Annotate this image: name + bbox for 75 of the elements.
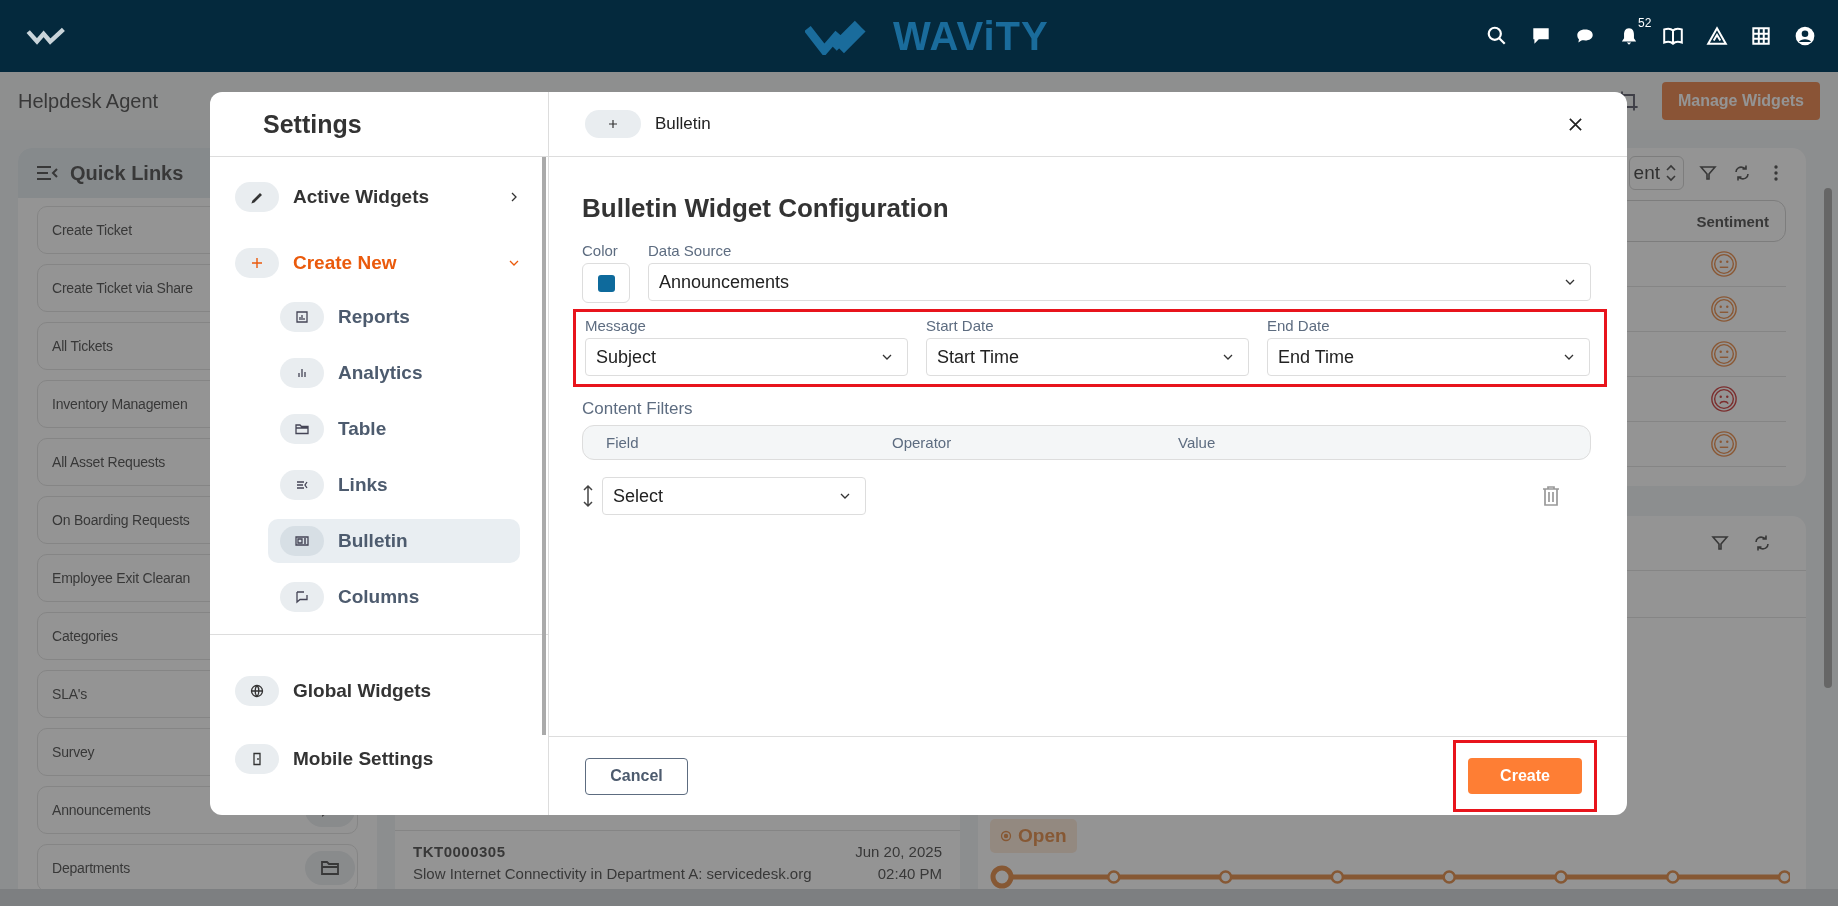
- folder-icon[interactable]: [305, 851, 355, 885]
- quick-link-label: Announcements: [52, 802, 151, 818]
- globe-icon: [235, 676, 279, 706]
- neutral-face-icon: [1710, 340, 1738, 368]
- collapse-menu-icon[interactable]: [36, 165, 58, 181]
- dropdown[interactable]: Subject: [585, 338, 908, 376]
- field-label: Data Source: [648, 242, 733, 259]
- quick-link-label: All Asset Requests: [52, 454, 166, 470]
- quick-link-label: Departments: [52, 860, 130, 876]
- triangle-icon[interactable]: [1706, 25, 1728, 47]
- list-icon: [280, 470, 324, 500]
- book-icon[interactable]: [1662, 25, 1684, 47]
- notification-count: 52: [1638, 16, 1652, 30]
- quick-link-label: Survey: [52, 744, 95, 760]
- refresh-icon[interactable]: [1732, 163, 1752, 183]
- speech-bubble-icon: [280, 582, 324, 612]
- user-avatar-icon[interactable]: [1794, 25, 1816, 47]
- close-icon[interactable]: [1568, 116, 1583, 132]
- drag-handle-icon[interactable]: [582, 484, 594, 508]
- section-label: Content Filters: [582, 399, 694, 419]
- sort-dropdown[interactable]: ent: [1628, 156, 1684, 190]
- quick-link-label: Inventory Managemen: [52, 396, 188, 412]
- submenu-item[interactable]: Bulletin: [268, 519, 520, 563]
- column-header: Value: [1178, 434, 1217, 451]
- dropdown[interactable]: Start Time: [926, 338, 1249, 376]
- neutral-face-icon: [1710, 295, 1738, 323]
- field-dropdown[interactable]: Select: [602, 477, 866, 515]
- field-label: Color: [582, 242, 619, 259]
- refresh-icon[interactable]: [1752, 533, 1772, 553]
- column-header: Operator: [892, 434, 953, 451]
- plus-icon: [235, 248, 279, 278]
- folder-icon: [280, 414, 324, 444]
- quick-link-label: Create Ticket via Share: [52, 280, 193, 296]
- page-title: Helpdesk Agent: [18, 89, 159, 113]
- ticket-id: TKT0000305: [413, 842, 506, 862]
- quick-link-label: Categories: [52, 628, 118, 644]
- field-label: Message: [585, 317, 647, 334]
- sad-face-icon: [1710, 385, 1738, 413]
- panel-title: Quick Links: [70, 161, 184, 185]
- phone-icon: [235, 744, 279, 774]
- field-label: Start Date: [926, 317, 995, 334]
- ticket-time: 02:40 PM: [877, 864, 942, 884]
- trash-icon[interactable]: [1541, 485, 1561, 507]
- section-heading: Bulletin Widget Configuration: [582, 193, 950, 224]
- quick-link-label: SLA's: [52, 686, 88, 702]
- widget-tab[interactable]: Bulletin: [585, 110, 711, 138]
- quick-link-label: Create Ticket: [52, 222, 132, 238]
- dropdown[interactable]: End Time: [1267, 338, 1590, 376]
- plus-icon: [608, 119, 618, 129]
- newspaper-icon: [280, 526, 324, 556]
- color-picker[interactable]: [582, 263, 630, 303]
- sort-arrows-icon: [1665, 163, 1677, 183]
- data-source-dropdown[interactable]: Announcements: [648, 263, 1591, 301]
- ticket-subject: Slow Internet Connectivity in Department A: servicedesk.org: [413, 864, 812, 884]
- dialog-title: Settings: [210, 92, 548, 157]
- field-label: End Date: [1267, 317, 1331, 334]
- brand-name: WAViTY: [893, 14, 1049, 59]
- ticket-date: Jun 20, 2025: [855, 842, 942, 862]
- grid-icon[interactable]: [1750, 25, 1772, 47]
- search-icon[interactable]: [1486, 25, 1508, 47]
- status-badge: Open: [990, 819, 1077, 853]
- scrollbar[interactable]: [1824, 188, 1832, 688]
- quick-link-label: Employee Exit Clearan: [52, 570, 191, 586]
- cancel-button[interactable]: Cancel: [585, 757, 688, 795]
- quick-link-label: On Boarding Requests: [52, 512, 190, 528]
- pencil-icon: [235, 182, 279, 212]
- bar-chart-icon: [280, 358, 324, 388]
- create-button[interactable]: Create: [1468, 758, 1582, 794]
- neutral-face-icon: [1710, 250, 1738, 278]
- column-header: Field: [606, 434, 640, 451]
- filter-icon[interactable]: [1710, 533, 1730, 553]
- neutral-face-icon: [1710, 430, 1738, 458]
- report-icon: [280, 302, 324, 332]
- filter-icon[interactable]: [1698, 163, 1718, 183]
- quick-link-label: All Tickets: [52, 338, 113, 354]
